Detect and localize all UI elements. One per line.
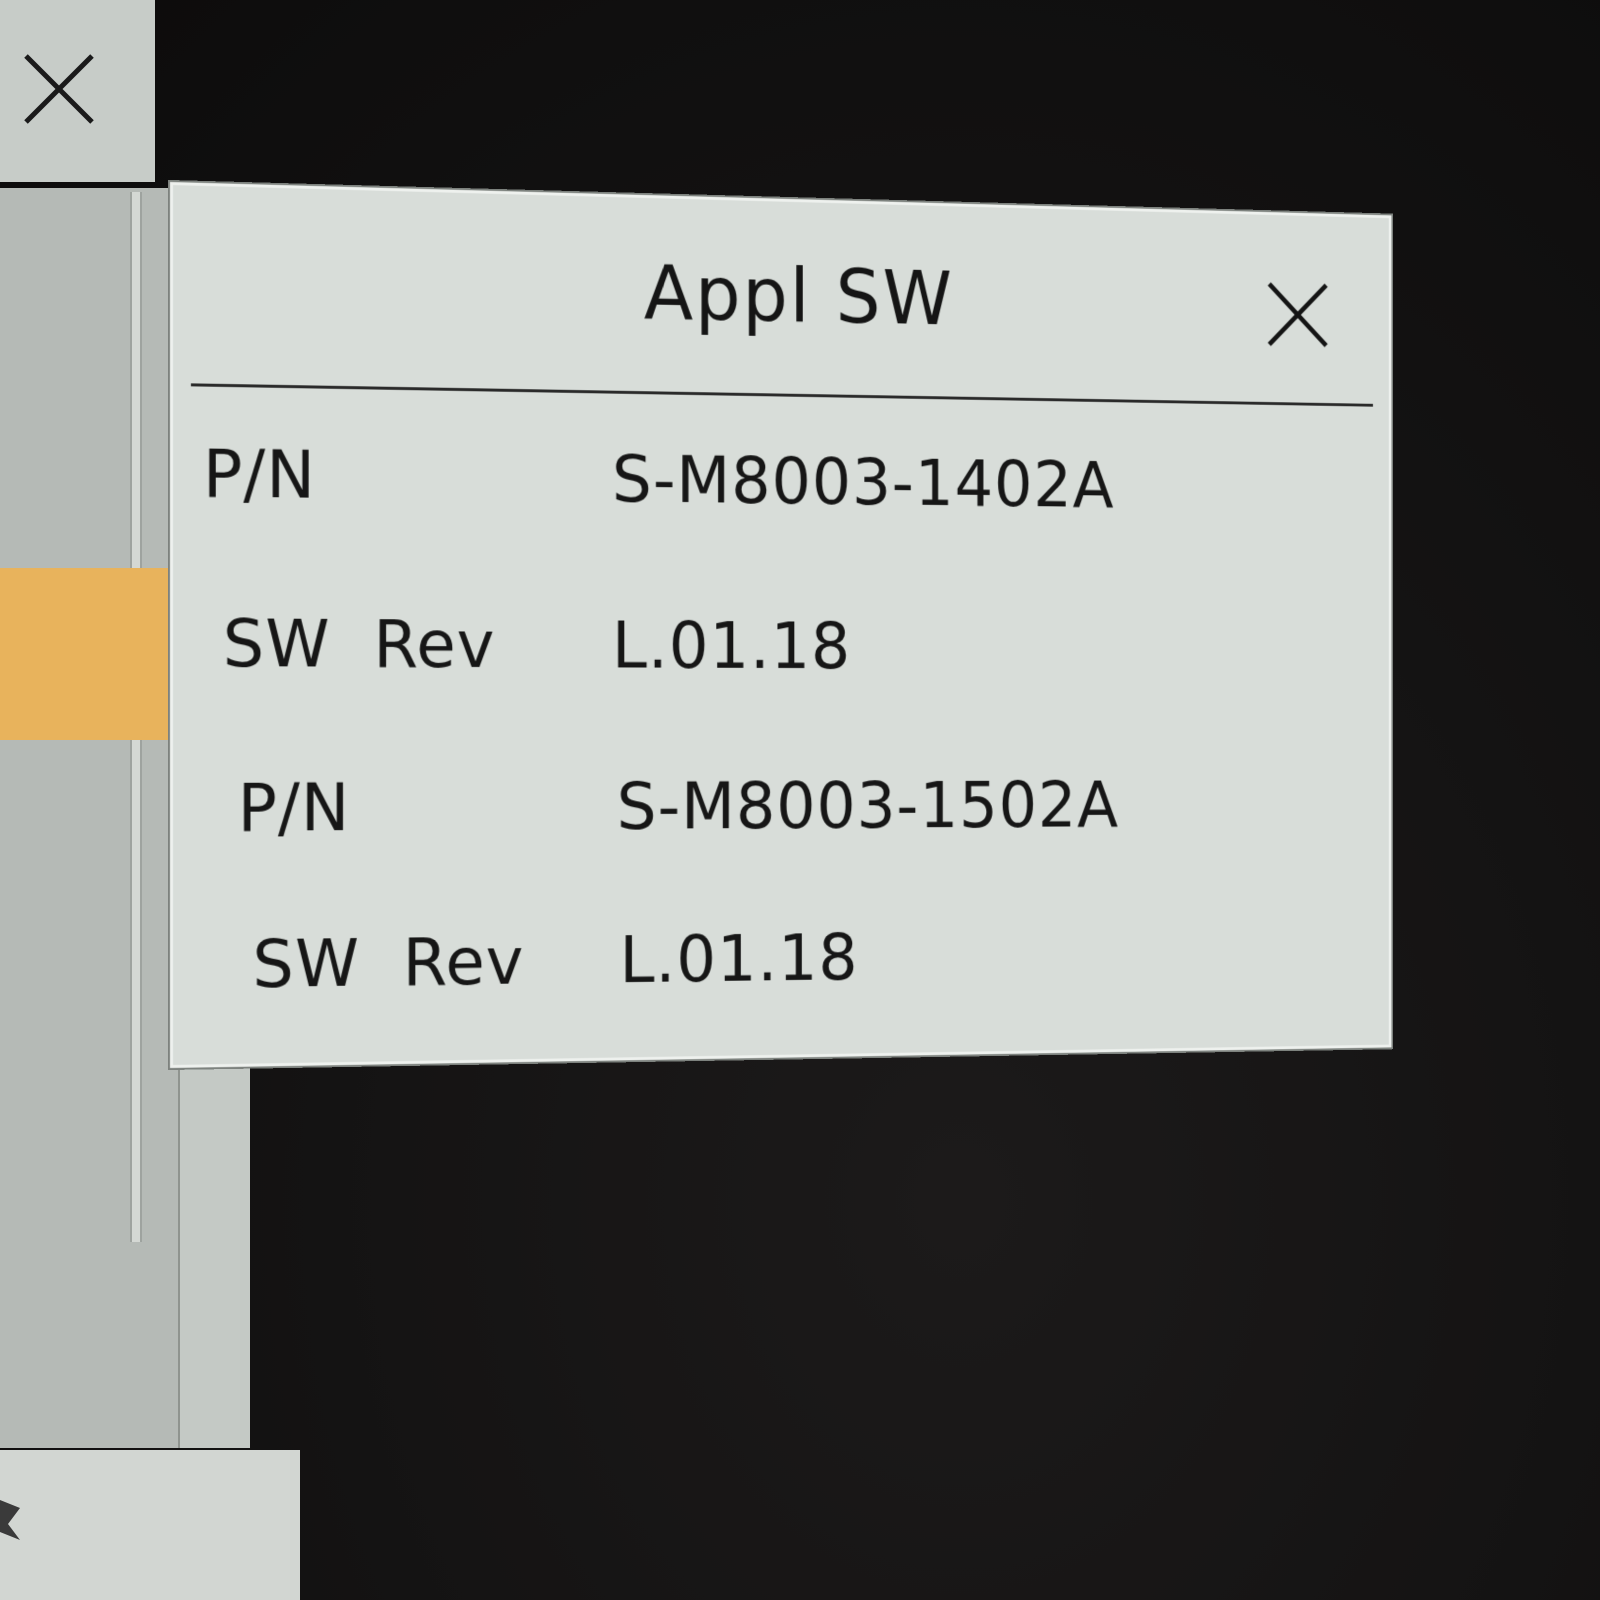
background-window-footer bbox=[0, 1450, 300, 1600]
close-icon[interactable] bbox=[1267, 281, 1329, 348]
background-selected-row[interactable] bbox=[0, 568, 182, 740]
row-label: SW Rev bbox=[252, 923, 525, 1003]
part-number-value: S-M8003-1402A bbox=[611, 441, 1115, 523]
dialog-header: Appl SW bbox=[190, 185, 1373, 407]
sw-rev-value: L.01.18 bbox=[619, 920, 859, 998]
sw-rev-value: L.01.18 bbox=[611, 607, 852, 684]
background-window-body bbox=[0, 188, 178, 1448]
row-label: SW Rev bbox=[222, 605, 496, 683]
row-label: P/N bbox=[237, 769, 351, 847]
appl-sw-dialog: Appl SW P/N S-M8003-1402A SW Rev L.01.18… bbox=[170, 182, 1392, 1068]
dialog-title: Appl SW bbox=[643, 248, 954, 342]
part-number-value: S-M8003-1502A bbox=[616, 768, 1119, 845]
background-close-icon[interactable] bbox=[22, 52, 96, 126]
row-label: P/N bbox=[202, 435, 316, 514]
monitor-screen: Appl SW P/N S-M8003-1402A SW Rev L.01.18… bbox=[0, 0, 1600, 1600]
background-window-header bbox=[0, 0, 155, 182]
